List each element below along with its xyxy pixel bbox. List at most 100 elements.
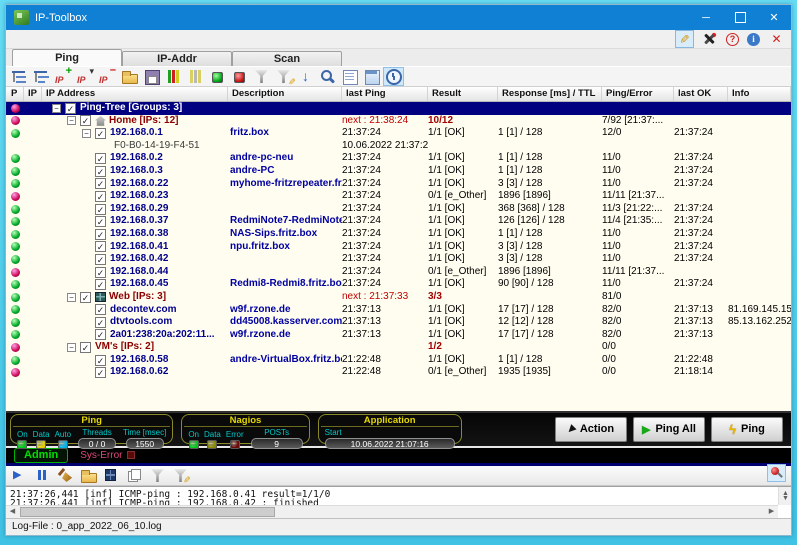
column-header-p[interactable]: P: [6, 87, 24, 101]
table-row[interactable]: 192.168.0.1fritz.box21:37:241/1 [OK]1 [1…: [6, 127, 791, 140]
row-checkbox[interactable]: [95, 204, 106, 215]
table-row[interactable]: 192.168.0.41npu.fritz.box21:37:241/1 [OK…: [6, 241, 791, 254]
log-horizontal-scrollbar[interactable]: ◀ ▶: [6, 505, 778, 518]
row-checkbox[interactable]: [95, 317, 106, 328]
ping-all-button[interactable]: Ping All: [633, 417, 705, 442]
row-checkbox[interactable]: [95, 267, 106, 278]
table-row[interactable]: decontev.comw9f.rzone.de21:37:131/1 [OK]…: [6, 304, 791, 317]
column-header-ip-address[interactable]: IP Address: [42, 87, 228, 101]
row-checkbox[interactable]: [95, 241, 106, 252]
column-header-info[interactable]: Info: [728, 87, 791, 101]
panel-icon[interactable]: [362, 68, 381, 85]
start-led-icon[interactable]: [208, 68, 227, 85]
info-icon[interactable]: [747, 33, 760, 46]
table-row[interactable]: 192.168.0.37RedmiNote7-RedmiNote...21:37…: [6, 215, 791, 228]
row-checkbox[interactable]: [95, 191, 106, 202]
help-icon[interactable]: [726, 33, 739, 46]
tab-scan[interactable]: Scan: [232, 51, 342, 66]
table-row[interactable]: F0-B0-14-19-F4-5110.06.2022 21:37:26: [6, 140, 791, 153]
filter-icon[interactable]: [148, 467, 165, 483]
table-row[interactable]: 192.168.0.22myhome-fritzrepeater.fr...21…: [6, 178, 791, 191]
table-row[interactable]: 192.168.0.2andre-pc-neu21:37:241/1 [OK]1…: [6, 152, 791, 165]
edit-icon[interactable]: [676, 31, 693, 47]
minimize-button[interactable]: [689, 5, 723, 30]
tab-admin[interactable]: Admin: [14, 448, 68, 463]
log-vertical-scrollbar[interactable]: ▲ ▼: [778, 487, 791, 505]
scroll-left-icon[interactable]: ◀: [6, 506, 19, 518]
save-icon[interactable]: [142, 68, 161, 85]
report-icon[interactable]: [340, 68, 359, 85]
column-header-last-ok[interactable]: last OK: [674, 87, 728, 101]
column-header-response-ms-ttl[interactable]: Response [ms] / TTL: [498, 87, 602, 101]
grid-icon[interactable]: [102, 467, 119, 483]
scroll-down-icon[interactable]: ▼: [779, 492, 791, 505]
row-checkbox[interactable]: [95, 178, 106, 189]
collapse-expander[interactable]: [67, 293, 76, 302]
table-row[interactable]: 2a01:238:20a:202:11...w9f.rzone.de21:37:…: [6, 329, 791, 342]
columns-plain-icon[interactable]: [186, 68, 205, 85]
table-row[interactable]: 192.168.0.3andre-PC21:37:241/1 [OK]1 [1]…: [6, 165, 791, 178]
clock-icon[interactable]: [384, 68, 403, 85]
table-row[interactable]: 192.168.0.6221:22:480/1 [e_Other]1935 [1…: [6, 366, 791, 379]
table-row[interactable]: 192.168.0.4221:37:241/1 [OK]3 [3] / 1281…: [6, 253, 791, 266]
row-checkbox[interactable]: [95, 229, 106, 240]
log-lines[interactable]: 21:37:26,441 [inf] ICMP-ping : 192.168.0…: [6, 488, 778, 505]
row-checkbox[interactable]: [80, 342, 91, 353]
row-checkbox[interactable]: [80, 115, 91, 126]
tools-icon[interactable]: [701, 31, 718, 47]
ping-button[interactable]: Ping: [711, 417, 783, 442]
tab-ip-addr[interactable]: IP-Addr: [122, 51, 232, 66]
table-row[interactable]: Ping-Tree [Groups: 3]: [6, 102, 791, 115]
column-header-last-ping[interactable]: last Ping: [342, 87, 428, 101]
clean-icon[interactable]: [56, 467, 73, 483]
copy-icon[interactable]: [125, 467, 142, 483]
row-checkbox[interactable]: [95, 329, 106, 340]
collapse-expander[interactable]: [82, 129, 91, 138]
maximize-button[interactable]: [723, 5, 757, 30]
table-row[interactable]: 192.168.0.2921:37:241/1 [OK]368 [368] / …: [6, 203, 791, 216]
row-checkbox[interactable]: [65, 103, 76, 114]
table-row[interactable]: Web [IPs: 3]next : 21:37:333/381/0: [6, 291, 791, 304]
close-icon[interactable]: [768, 31, 785, 47]
ip-remove-icon[interactable]: [98, 68, 117, 85]
folder-open-icon[interactable]: [120, 68, 139, 85]
table-row[interactable]: VM's [IPs: 2]1/20/0: [6, 341, 791, 354]
table-row[interactable]: 192.168.0.4421:37:240/1 [e_Other]1896 [1…: [6, 266, 791, 279]
table-row[interactable]: 192.168.0.2321:37:240/1 [e_Other]1896 [1…: [6, 190, 791, 203]
play-icon[interactable]: [10, 467, 27, 483]
row-checkbox[interactable]: [95, 153, 106, 164]
table-row[interactable]: Home [IPs: 12]next : 21:38:2410/127/92 […: [6, 115, 791, 128]
pin-icon[interactable]: [768, 465, 785, 481]
tab-ping[interactable]: Ping: [12, 49, 122, 66]
columns-colored-icon[interactable]: [164, 68, 183, 85]
table-row[interactable]: 192.168.0.58andre-VirtualBox.fritz.box21…: [6, 354, 791, 367]
row-checkbox[interactable]: [95, 304, 106, 315]
filter-edit-icon[interactable]: [274, 68, 293, 85]
filter-edit-icon[interactable]: [171, 467, 188, 483]
stop-led-icon[interactable]: [230, 68, 249, 85]
row-checkbox[interactable]: [95, 128, 106, 139]
row-checkbox[interactable]: [95, 166, 106, 177]
row-checkbox[interactable]: [95, 279, 106, 290]
row-checkbox[interactable]: [95, 355, 106, 366]
tab-sys-error[interactable]: Sys-Error: [80, 450, 135, 461]
collapse-expander[interactable]: [67, 343, 76, 352]
table-row[interactable]: 192.168.0.45Redmi8-Redmi8.fritz.box21:37…: [6, 278, 791, 291]
row-checkbox[interactable]: [80, 292, 91, 303]
filter-icon[interactable]: [252, 68, 271, 85]
ip-add-icon[interactable]: [54, 68, 73, 85]
scrollbar-thumb[interactable]: [20, 507, 275, 517]
column-header-ping-error[interactable]: Ping/Error: [602, 87, 674, 101]
folder-icon[interactable]: [79, 467, 96, 483]
arrow-down-icon[interactable]: [296, 68, 315, 85]
ip-insert-icon[interactable]: [76, 68, 95, 85]
column-header-result[interactable]: Result: [428, 87, 498, 101]
row-checkbox[interactable]: [95, 216, 106, 227]
search-icon[interactable]: [318, 68, 337, 85]
collapse-expander[interactable]: [67, 116, 76, 125]
tree-collapse-icon[interactable]: [32, 68, 51, 85]
row-checkbox[interactable]: [95, 367, 106, 378]
action-button[interactable]: Action: [555, 417, 627, 442]
table-row[interactable]: dtvtools.comdd45008.kasserver.com21:37:1…: [6, 316, 791, 329]
pause-icon[interactable]: [33, 467, 50, 483]
